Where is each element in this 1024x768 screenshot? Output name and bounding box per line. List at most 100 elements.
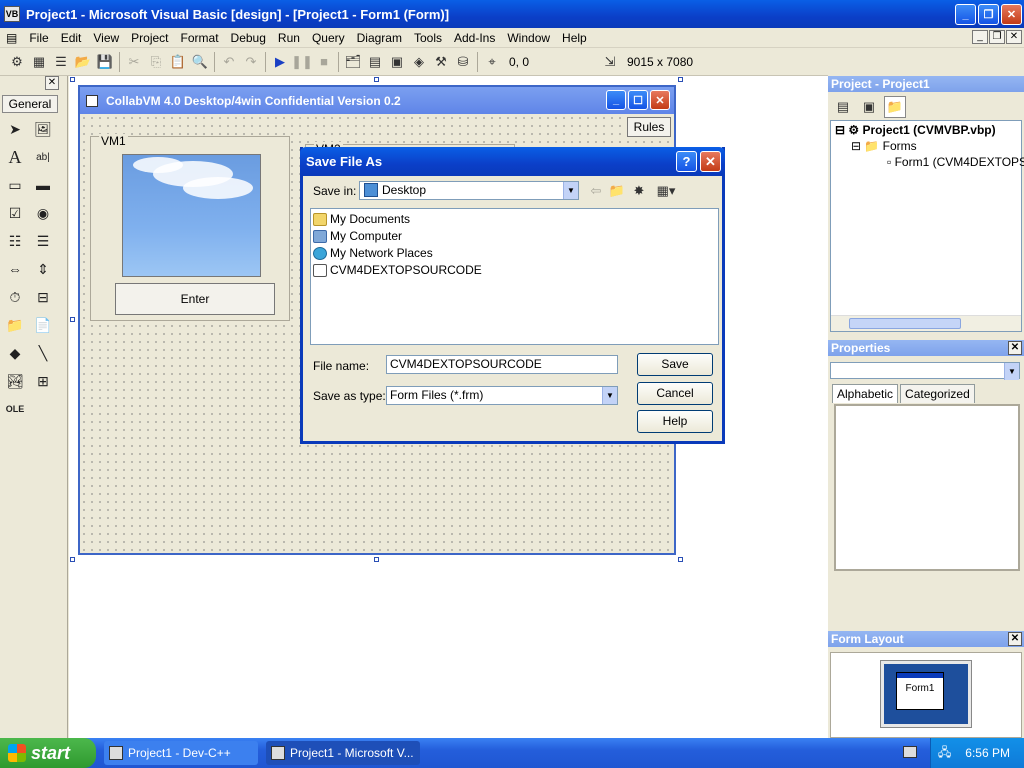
cancel-button[interactable]: Cancel [637,382,713,405]
timer-tool-icon[interactable]: ⏱ [3,285,27,309]
file-name-input[interactable]: CVM4DEXTOPSOURCODE [386,355,618,374]
menu-window[interactable]: Window [501,28,556,48]
menu-diagram[interactable]: Diagram [351,28,408,48]
resize-handle[interactable] [374,557,379,562]
toolbox-icon[interactable]: ⚒ [430,51,452,73]
resize-handle[interactable] [70,77,75,82]
find-icon[interactable]: 🔍 [189,51,211,73]
keyboard-tray-icon[interactable] [903,746,917,758]
label-tool-icon[interactable]: A [3,145,27,169]
dialog-help-button[interactable]: ? [676,151,697,172]
toolbox-general-tab[interactable]: General [2,95,58,113]
up-folder-icon[interactable]: 📁 [606,180,628,202]
list-item[interactable]: CVM4DEXTOPSOURCODE [313,263,482,277]
data-tool-icon[interactable]: ⊞ [31,369,55,393]
listbox-tool-icon[interactable]: ☰ [31,229,55,253]
restore-button[interactable]: ❐ [978,4,999,25]
rules-button[interactable]: Rules [627,117,671,137]
project-tree[interactable]: ⊟ ⚙ Project1 (CVMVBP.vbp) ⊟ 📁 Forms ▫ Fo… [830,120,1024,332]
object-browser-icon[interactable]: ◈ [408,51,430,73]
mdi-restore-button[interactable]: ❐ [989,30,1005,44]
menu-project[interactable]: Project [125,28,174,48]
end-icon[interactable]: ■ [313,51,335,73]
vm1-frame[interactable]: VM1 Enter [90,134,290,321]
task-devcpp[interactable]: Project1 - Dev-C++ [104,741,258,765]
view-object-icon[interactable]: ▣ [858,96,880,118]
menu-tools[interactable]: Tools [408,28,448,48]
combobox-tool-icon[interactable]: ☷ [3,229,27,253]
scrollbar-thumb[interactable] [849,318,961,329]
paste-icon[interactable]: 📋 [167,51,189,73]
menu-run[interactable]: Run [272,28,306,48]
resize-handle[interactable] [678,77,683,82]
shape-tool-icon[interactable]: ◆ [3,341,27,365]
back-icon[interactable]: ⇦ [585,180,607,202]
resize-handle[interactable] [678,557,683,562]
mdi-minimize-button[interactable]: _ [972,30,988,44]
tab-alphabetic[interactable]: Alphabetic [832,384,899,403]
dialog-close-button[interactable]: ✕ [700,151,721,172]
menu-view[interactable]: View [87,28,125,48]
list-item[interactable]: My Documents [313,212,410,226]
resize-handle[interactable] [70,317,75,322]
start-icon[interactable]: ▶ [269,51,291,73]
line-tool-icon[interactable]: ╲ [31,341,55,365]
properties-window-icon[interactable]: ▤ [364,51,386,73]
properties-object-combo[interactable]: ▼ [830,362,1020,380]
vscrollbar-tool-icon[interactable]: ⇕ [31,257,55,281]
mdi-form-icon[interactable]: ▤ [0,28,23,48]
redo-icon[interactable]: ↷ [240,51,262,73]
menu-help[interactable]: Help [556,28,593,48]
tree-item-project[interactable]: ⊟ ⚙ Project1 (CVMVBP.vbp) [835,123,996,137]
list-item[interactable]: My Computer [313,229,402,243]
list-item[interactable]: My Network Places [313,246,433,260]
tree-item-forms[interactable]: ⊟ 📁 Forms [851,139,917,153]
form-layout-form1[interactable]: Form1 [896,672,944,710]
commandbutton-tool-icon[interactable]: ▬ [31,173,55,197]
pointer-tool-icon[interactable]: ➤ [3,117,27,141]
menu-editor-icon[interactable]: ☰ [50,51,72,73]
resize-handle[interactable] [374,77,379,82]
start-button[interactable]: start [0,738,96,768]
data-view-icon[interactable]: ⛁ [452,51,474,73]
properties-close-button[interactable]: ✕ [1008,341,1022,355]
menu-add-ins[interactable]: Add-Ins [448,28,501,48]
new-folder-icon[interactable]: ✸ [628,180,650,202]
tab-categorized[interactable]: Categorized [900,384,975,403]
chevron-down-icon[interactable]: ▼ [1004,363,1019,380]
menu-file[interactable]: File [23,28,54,48]
optionbutton-tool-icon[interactable]: ◉ [31,201,55,225]
ole-tool-icon[interactable]: OLE [3,397,27,421]
add-form-icon[interactable]: ▦ [28,51,50,73]
chevron-down-icon[interactable]: ▼ [602,387,617,404]
menu-debug[interactable]: Debug [225,28,272,48]
save-in-dropdown[interactable]: Desktop ▼ [359,181,579,200]
file-list[interactable]: My Documents My Computer My Network Plac… [310,208,719,345]
tree-item-form1[interactable]: ▫ Form1 (CVM4DEXTOPSC [887,155,1024,169]
add-project-icon[interactable]: ⚙ [6,51,28,73]
view-code-icon[interactable]: ▤ [832,96,854,118]
menu-format[interactable]: Format [175,28,225,48]
close-button[interactable]: ✕ [1001,4,1022,25]
project-explorer-icon[interactable]: 🗂 [342,51,364,73]
toolbox-close-button[interactable]: ✕ [45,76,59,90]
save-as-type-dropdown[interactable]: Form Files (*.frm) ▼ [386,386,618,405]
form-layout-icon[interactable]: ▣ [386,51,408,73]
chevron-down-icon[interactable]: ▼ [563,182,578,199]
enter-button[interactable]: Enter [115,283,275,315]
menu-edit[interactable]: Edit [55,28,88,48]
drivelistbox-tool-icon[interactable]: ⊟ [31,285,55,309]
save-button[interactable]: Save [637,353,713,376]
project-tree-scrollbar[interactable] [831,315,1021,331]
cut-icon[interactable]: ✂ [123,51,145,73]
textbox-tool-icon[interactable]: ab| [31,145,55,169]
menu-query[interactable]: Query [306,28,351,48]
copy-icon[interactable]: ⎘ [145,51,167,73]
properties-grid[interactable] [834,404,1020,571]
mdi-close-button[interactable]: ✕ [1006,30,1022,44]
network-tray-icon[interactable]: 🖧 [938,743,951,764]
minimize-button[interactable]: _ [955,4,976,25]
resize-handle[interactable] [70,557,75,562]
vm1-picture[interactable] [122,154,261,277]
view-menu-icon[interactable]: ▦▾ [653,180,679,202]
